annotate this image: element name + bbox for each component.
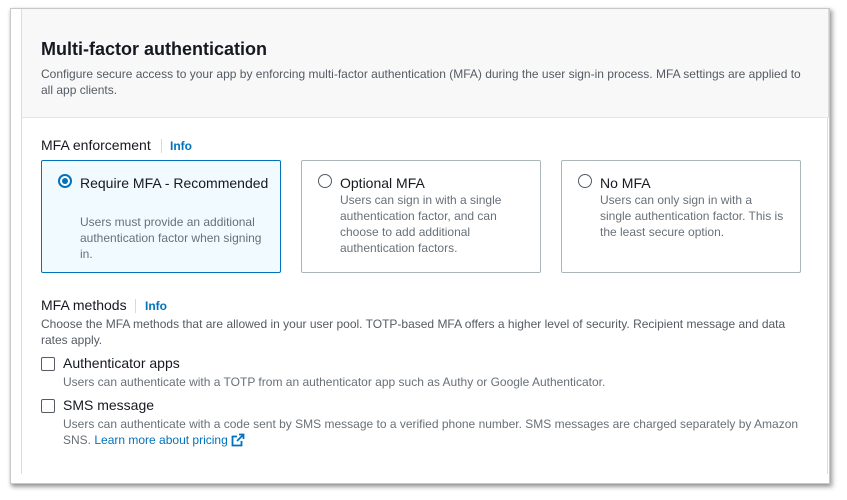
info-divider	[135, 299, 136, 313]
option-optional-mfa[interactable]: Optional MFA Users can sign in with a si…	[301, 160, 541, 273]
mfa-methods-info-link[interactable]: Info	[145, 299, 167, 313]
sms-message-description: Users can authenticate with a code sent …	[63, 416, 823, 448]
option-description: Users can sign in with a single authenti…	[340, 193, 502, 255]
panel-header	[21, 9, 829, 117]
sms-message-label[interactable]: SMS message	[63, 397, 154, 413]
checkbox-sms-message[interactable]	[41, 399, 55, 413]
option-title: No MFA	[600, 175, 651, 191]
option-no-mfa[interactable]: No MFA Users can only sign in with a sin…	[561, 160, 801, 273]
header-divider	[21, 117, 829, 118]
external-link-icon	[231, 433, 245, 447]
option-require-mfa[interactable]: Require MFA - Recommended Users must pro…	[41, 160, 281, 273]
mfa-methods-label: MFA methods	[41, 297, 127, 313]
learn-more-pricing-text: Learn more about pricing	[94, 433, 228, 447]
learn-more-pricing-link[interactable]: Learn more about pricing	[94, 433, 245, 447]
mfa-panel: Multi-factor authentication Configure se…	[10, 8, 830, 484]
authenticator-apps-label[interactable]: Authenticator apps	[63, 355, 180, 371]
option-title: Require MFA - Recommended	[80, 175, 269, 191]
radio-no-mfa[interactable]	[578, 174, 592, 188]
radio-optional-mfa[interactable]	[318, 174, 332, 188]
option-description: Users must provide an additional authent…	[80, 215, 262, 261]
authenticator-apps-description: Users can authenticate with a TOTP from …	[63, 375, 606, 389]
option-description: Users can only sign in with a single aut…	[600, 193, 784, 239]
checkbox-authenticator-apps[interactable]	[41, 357, 55, 371]
radio-require-mfa[interactable]	[58, 174, 72, 188]
info-divider	[161, 139, 162, 153]
mfa-enforcement-label: MFA enforcement	[41, 137, 151, 153]
page-title: Multi-factor authentication	[41, 39, 267, 59]
mfa-enforcement-info-link[interactable]: Info	[170, 139, 192, 153]
option-title: Optional MFA	[340, 175, 425, 191]
page-description: Configure secure access to your app by e…	[41, 67, 801, 97]
mfa-methods-description: Choose the MFA methods that are allowed …	[41, 317, 786, 347]
